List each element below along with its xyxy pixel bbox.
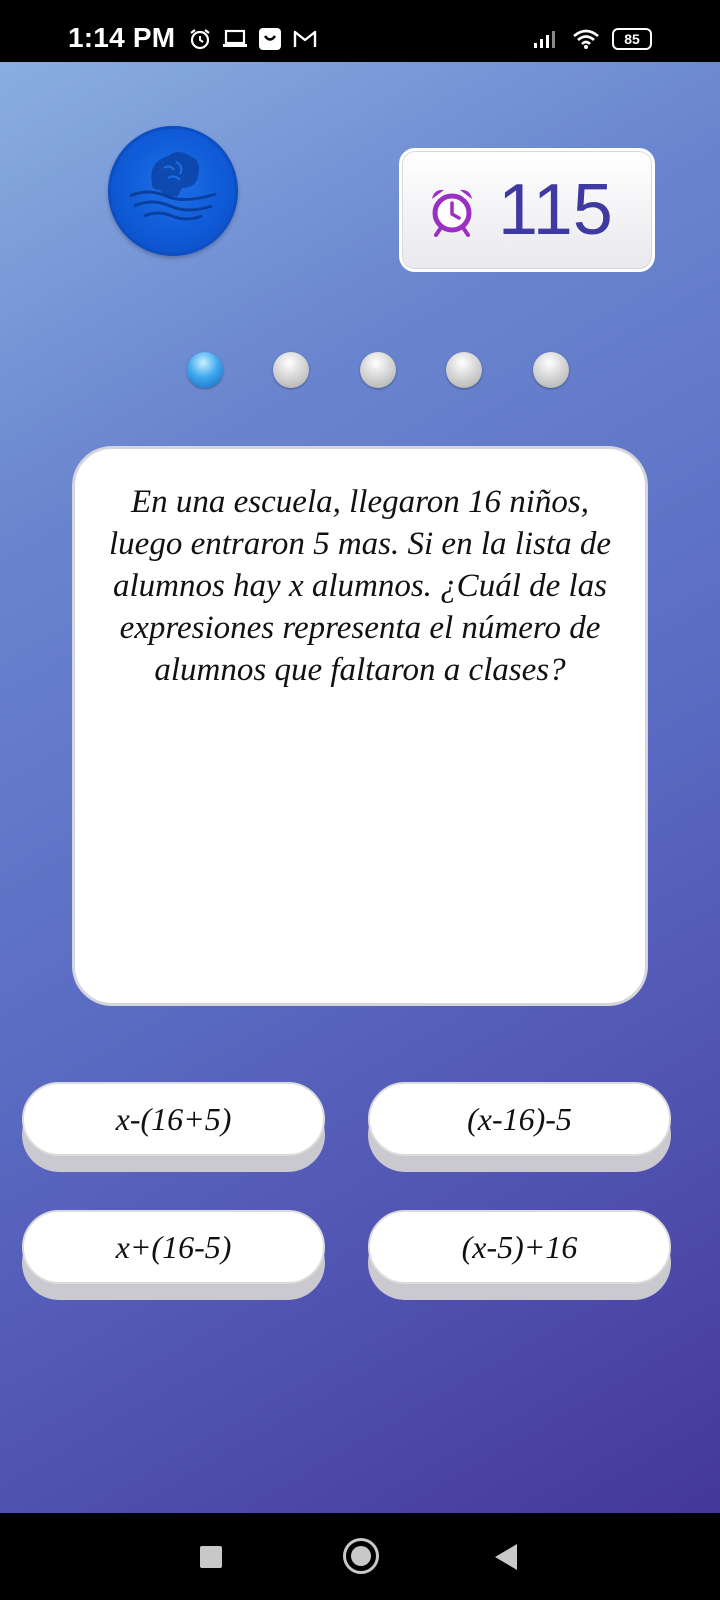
question-card: En una escuela, llegaron 16 niños, luego… — [72, 446, 648, 1006]
progress-dot-2 — [273, 352, 309, 388]
progress-dots — [187, 352, 569, 392]
wifi-icon — [573, 29, 599, 49]
answer-button-2[interactable]: (x-16)-5 — [368, 1082, 671, 1156]
timer-box: 115 — [399, 148, 655, 272]
status-bar: 1:14 PM 85 — [0, 0, 720, 62]
timer-value: 115 — [498, 170, 613, 250]
home-circle-icon[interactable] — [343, 1538, 379, 1574]
progress-dot-3 — [360, 352, 396, 388]
battery-icon: 85 — [612, 28, 652, 50]
answer-button-4[interactable]: (x-5)+16 — [368, 1210, 671, 1284]
brain-waves-logo — [108, 126, 238, 256]
brain-icon — [129, 152, 217, 221]
answer-button-3[interactable]: x+(16-5) — [22, 1210, 325, 1284]
recents-square-icon[interactable] — [200, 1546, 222, 1568]
progress-dot-5 — [533, 352, 569, 388]
answer-button-1[interactable]: x-(16+5) — [22, 1082, 325, 1156]
progress-dot-1 — [187, 352, 223, 388]
gmail-icon — [293, 30, 317, 47]
signal-icon — [534, 31, 555, 48]
back-triangle-icon[interactable] — [495, 1544, 517, 1570]
progress-dot-4 — [446, 352, 482, 388]
alarm-clock-icon — [432, 189, 472, 237]
alarm-icon — [190, 29, 210, 50]
navigation-bar — [0, 1513, 720, 1600]
status-time: 1:14 PM — [68, 22, 176, 53]
status-icons-right: 85 — [532, 26, 652, 52]
quiz-screen: 115 En una escuela, llegaron 16 niños, l… — [0, 62, 720, 1513]
status-icons-left — [188, 26, 318, 52]
shopping-bag-icon — [259, 28, 281, 50]
question-text: En una escuela, llegaron 16 niños, luego… — [109, 484, 611, 688]
laptop-icon — [223, 29, 247, 47]
